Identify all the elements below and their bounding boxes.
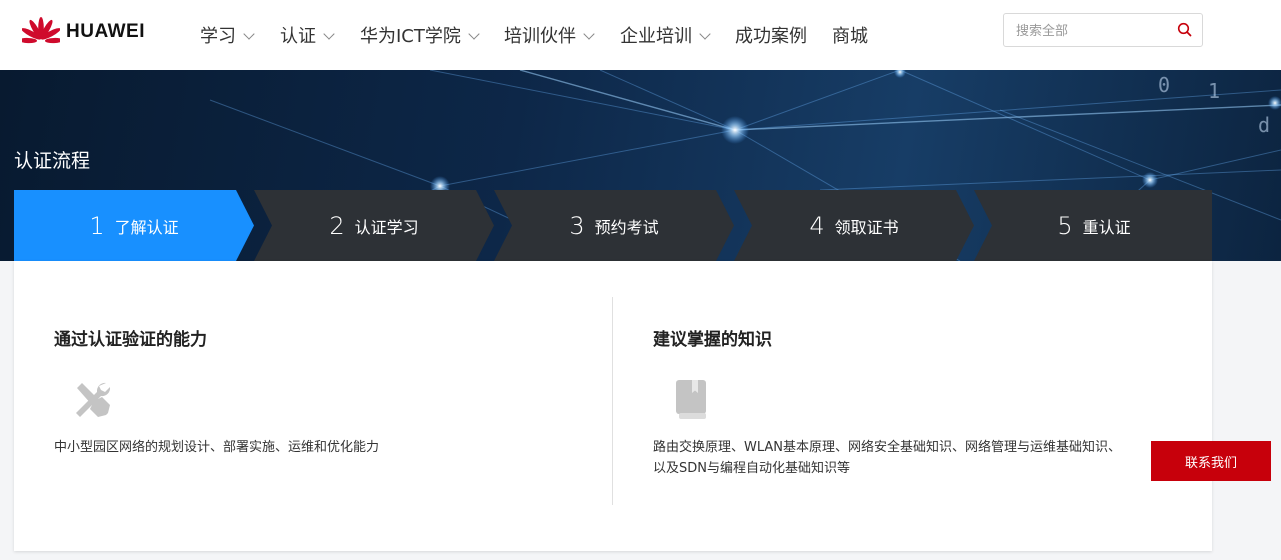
tools-icon xyxy=(68,375,116,423)
nav-label: 商城 xyxy=(832,26,868,47)
nav-item-store[interactable]: 商城 xyxy=(832,22,868,47)
recommended-knowledge-description: 路由交换原理、WLAN基本原理、网络安全基础知识、网络管理与运维基础知识、 以及… xyxy=(653,437,1121,479)
search-box xyxy=(1003,13,1203,47)
step-book-exam[interactable]: 3 预约考试 xyxy=(494,190,734,261)
nav-item-study[interactable]: 学习 xyxy=(200,22,255,47)
chevron-down-icon xyxy=(583,28,595,40)
top-header: HUAWEI 学习 认证 华为ICT学院 培训伙伴 企业培训 成功案例 商城 xyxy=(0,0,1281,70)
brand-name: HUAWEI xyxy=(66,21,145,42)
contact-us-button[interactable]: 联系我们 xyxy=(1151,441,1271,481)
step-label: 领取证书 xyxy=(834,217,899,237)
step-content-card: 通过认证验证的能力 中小型园区网络的规划设计、部署实施、运维和优化能力 建议掌握… xyxy=(14,261,1212,551)
step-number: 4 xyxy=(809,211,825,240)
step-number: 2 xyxy=(329,211,345,240)
certification-steps: 1 了解认证 2 认证学习 3 预约考试 4 领取证书 5 重认证 xyxy=(14,190,1212,261)
step-label: 预约考试 xyxy=(594,217,659,237)
step-understand-certification[interactable]: 1 了解认证 xyxy=(14,190,254,261)
nav-label: 成功案例 xyxy=(735,26,807,47)
chevron-down-icon xyxy=(243,28,255,40)
nav-item-success-cases[interactable]: 成功案例 xyxy=(735,22,807,47)
page-title: 认证流程 xyxy=(14,150,91,172)
chevron-down-icon xyxy=(323,28,335,40)
search-icon[interactable] xyxy=(1176,21,1194,39)
chevron-down-icon xyxy=(699,28,711,40)
nav-item-enterprise-training[interactable]: 企业培训 xyxy=(620,22,711,47)
step-label: 了解认证 xyxy=(114,217,179,237)
step-certification-study[interactable]: 2 认证学习 xyxy=(254,190,494,261)
step-recertification[interactable]: 5 重认证 xyxy=(974,190,1214,261)
recommended-knowledge-title: 建议掌握的知识 xyxy=(653,330,772,350)
step-label: 重认证 xyxy=(1082,217,1131,237)
huawei-logo[interactable]: HUAWEI xyxy=(22,16,157,48)
column-divider xyxy=(612,297,613,505)
step-label: 认证学习 xyxy=(354,217,419,237)
svg-text:0: 0 xyxy=(1158,73,1170,97)
nav-label: 华为ICT学院 xyxy=(360,26,461,47)
step-get-certificate[interactable]: 4 领取证书 xyxy=(734,190,974,261)
knowledge-line: 以及SDN与编程自动化基础知识等 xyxy=(653,461,850,476)
nav-label: 培训伙伴 xyxy=(504,26,576,47)
nav-item-certification[interactable]: 认证 xyxy=(280,22,335,47)
step-number: 3 xyxy=(569,211,585,240)
book-icon xyxy=(668,375,716,423)
step-number: 1 xyxy=(89,211,105,240)
nav-label: 企业培训 xyxy=(620,26,692,47)
nav-item-ict-academy[interactable]: 华为ICT学院 xyxy=(360,22,480,47)
knowledge-line: 路由交换原理、WLAN基本原理、网络安全基础知识、网络管理与运维基础知识、 xyxy=(653,440,1122,455)
svg-text:d: d xyxy=(1258,113,1270,137)
chevron-down-icon xyxy=(468,28,480,40)
nav-label: 认证 xyxy=(280,26,316,47)
step-number: 5 xyxy=(1057,211,1073,240)
verified-skills-description: 中小型园区网络的规划设计、部署实施、运维和优化能力 xyxy=(54,440,380,455)
verified-skills-title: 通过认证验证的能力 xyxy=(54,330,207,350)
search-input[interactable] xyxy=(1014,20,1168,42)
nav-label: 学习 xyxy=(200,26,236,47)
nav-item-training-partners[interactable]: 培训伙伴 xyxy=(504,22,595,47)
huawei-flower-icon xyxy=(22,17,60,44)
svg-text:1: 1 xyxy=(1208,79,1220,103)
